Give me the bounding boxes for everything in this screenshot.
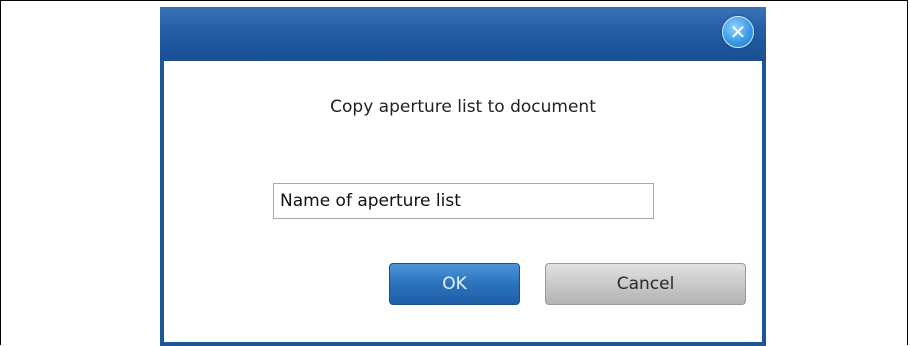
ok-button[interactable]: OK xyxy=(389,263,520,305)
screenshot-frame: ✕ Copy aperture list to document OK Canc… xyxy=(0,0,908,346)
cancel-button[interactable]: Cancel xyxy=(545,263,746,305)
aperture-list-name-input[interactable] xyxy=(273,183,654,219)
dialog-message: Copy aperture list to document xyxy=(330,97,596,117)
resize-grip-icon[interactable] xyxy=(748,328,760,340)
close-button[interactable]: ✕ xyxy=(722,16,754,48)
copy-aperture-list-dialog: ✕ Copy aperture list to document OK Canc… xyxy=(160,7,766,346)
close-icon: ✕ xyxy=(729,20,747,44)
dialog-titlebar[interactable]: ✕ xyxy=(160,7,766,61)
